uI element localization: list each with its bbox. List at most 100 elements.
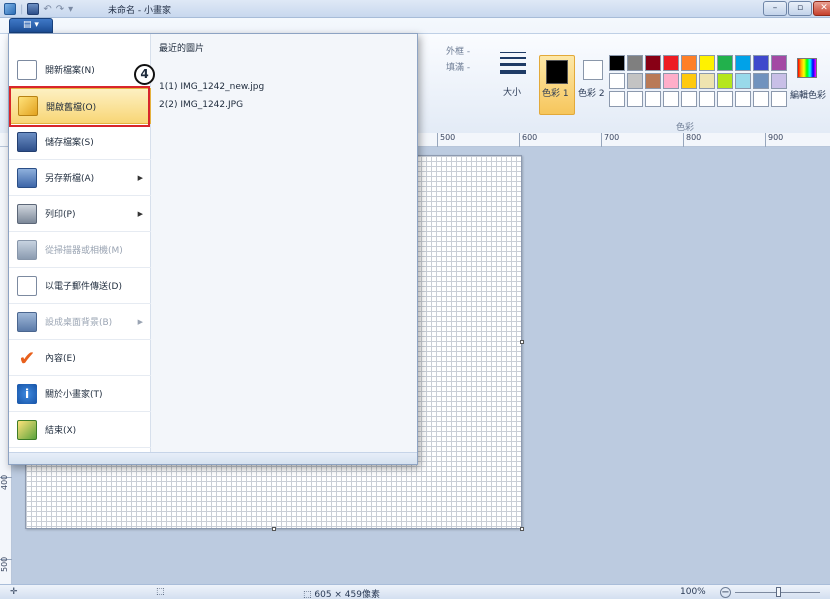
close-button[interactable]: ✕ bbox=[813, 1, 830, 16]
file-menu-footer bbox=[9, 452, 417, 464]
menu-item-print[interactable]: 列印(P) ▶ bbox=[9, 196, 151, 232]
color1-button[interactable] bbox=[539, 55, 575, 115]
palette-swatch[interactable] bbox=[627, 73, 643, 89]
menu-item-new[interactable]: 開新檔案(N) bbox=[9, 52, 151, 88]
menu-item-label: 內容(E) bbox=[45, 354, 76, 364]
palette-swatch[interactable] bbox=[753, 73, 769, 89]
resize-handle-corner[interactable] bbox=[520, 527, 524, 531]
palette-swatch[interactable] bbox=[645, 73, 661, 89]
menu-item-about[interactable]: i 關於小畫家(T) bbox=[9, 376, 151, 412]
file-menu-button[interactable]: ▤ ▾ bbox=[9, 18, 53, 33]
menu-item-label: 結束(X) bbox=[45, 426, 77, 436]
palette-swatch[interactable] bbox=[717, 91, 733, 107]
resize-handle-right[interactable] bbox=[520, 340, 524, 344]
ruler-tick: 500 bbox=[0, 557, 12, 572]
ruler-tick: 900 bbox=[765, 133, 783, 147]
palette-swatch[interactable] bbox=[735, 55, 751, 71]
palette-swatch[interactable] bbox=[627, 55, 643, 71]
info-icon: i bbox=[17, 383, 37, 404]
palette-swatch[interactable] bbox=[771, 55, 787, 71]
recent-file-item[interactable]: 2(2) IMG_1242.JPG bbox=[159, 100, 243, 110]
ruler-tick: 500 bbox=[437, 133, 455, 147]
menu-item-from-scanner: 從掃描器或相機(M) bbox=[9, 232, 151, 268]
color1-label: 色彩 1 bbox=[542, 89, 569, 99]
menu-item-save[interactable]: 儲存檔案(S) bbox=[9, 124, 151, 160]
palette-swatch[interactable] bbox=[771, 73, 787, 89]
palette-swatch[interactable] bbox=[681, 73, 697, 89]
menu-item-label: 設成桌面背景(B) bbox=[45, 318, 113, 328]
ruler-tick: 400 bbox=[0, 475, 12, 490]
palette-swatch[interactable] bbox=[609, 55, 625, 71]
recent-pictures-title: 最近的圖片 bbox=[159, 44, 205, 54]
palette-swatch[interactable] bbox=[699, 73, 715, 89]
quick-access-toolbar: | ↶ ↷ ▾ bbox=[4, 2, 77, 16]
palette-swatch[interactable] bbox=[735, 91, 751, 107]
menu-item-save-as[interactable]: 另存新檔(A) ▶ bbox=[9, 160, 151, 196]
edit-colors-icon[interactable] bbox=[797, 58, 817, 78]
palette-swatch[interactable] bbox=[771, 91, 787, 107]
resize-handle-bottom[interactable] bbox=[272, 527, 276, 531]
menu-item-properties[interactable]: ✔ 內容(E) bbox=[9, 340, 151, 376]
paint-app-icon[interactable] bbox=[4, 3, 16, 15]
save-disk-icon bbox=[17, 131, 37, 152]
fill-dropdown[interactable]: 填滿 - bbox=[446, 60, 470, 73]
ruler-tick: 800 bbox=[683, 133, 701, 147]
color-palette bbox=[609, 55, 794, 107]
palette-swatch[interactable] bbox=[699, 55, 715, 71]
menu-item-label: 列印(P) bbox=[45, 210, 76, 220]
desktop-icon bbox=[17, 311, 37, 332]
menu-item-send-email[interactable]: 以電子郵件傳送(D) bbox=[9, 268, 151, 304]
menu-item-set-desktop-background: 設成桌面背景(B) ▶ bbox=[9, 304, 151, 340]
maximize-button[interactable]: ▫ bbox=[788, 1, 812, 16]
zoom-slider-thumb[interactable] bbox=[776, 587, 781, 597]
title-bar: | ↶ ↷ ▾ 未命名 - 小畫家 – ▫ ✕ bbox=[0, 0, 830, 18]
quick-save-icon[interactable] bbox=[27, 3, 40, 15]
annotation-highlight-box bbox=[9, 86, 150, 127]
redo-icon[interactable]: ↷ bbox=[56, 4, 64, 15]
menu-item-label: 關於小畫家(T) bbox=[45, 390, 103, 400]
palette-swatch[interactable] bbox=[681, 55, 697, 71]
palette-swatch[interactable] bbox=[717, 55, 733, 71]
edit-colors-label[interactable]: 編輯色彩 bbox=[790, 88, 826, 101]
color2-button[interactable] bbox=[583, 60, 603, 80]
minimize-button[interactable]: – bbox=[763, 1, 787, 16]
window-title: 未命名 - 小畫家 bbox=[108, 6, 171, 16]
submenu-arrow-icon: ▶ bbox=[137, 173, 143, 182]
palette-swatch[interactable] bbox=[609, 91, 625, 107]
palette-swatch[interactable] bbox=[663, 73, 679, 89]
palette-swatch[interactable] bbox=[681, 91, 697, 107]
scanner-icon bbox=[17, 239, 37, 260]
size-label: 大小 bbox=[503, 88, 522, 98]
submenu-arrow-icon: ▶ bbox=[137, 209, 143, 218]
checkmark-icon: ✔ bbox=[18, 345, 36, 370]
menu-item-label: 以電子郵件傳送(D) bbox=[45, 282, 122, 292]
palette-swatch[interactable] bbox=[735, 73, 751, 89]
outline-dropdown[interactable]: 外框 - bbox=[446, 44, 470, 57]
line-size-icon[interactable] bbox=[500, 52, 526, 74]
palette-swatch[interactable] bbox=[645, 91, 661, 107]
customize-toolbar-icon[interactable]: ▾ bbox=[68, 4, 73, 15]
selection-size-icon: ⬚ bbox=[156, 587, 165, 597]
menu-item-label: 開新檔案(N) bbox=[45, 66, 95, 76]
palette-swatch[interactable] bbox=[663, 91, 679, 107]
new-file-icon bbox=[17, 59, 37, 80]
palette-swatch[interactable] bbox=[645, 55, 661, 71]
palette-swatch[interactable] bbox=[627, 91, 643, 107]
menu-item-label: 儲存檔案(S) bbox=[45, 138, 94, 148]
palette-swatch[interactable] bbox=[717, 73, 733, 89]
ruler-tick: 600 bbox=[519, 133, 537, 147]
zoom-level: 100% bbox=[680, 587, 706, 597]
palette-swatch[interactable] bbox=[699, 91, 715, 107]
menu-item-exit[interactable]: 結束(X) bbox=[9, 412, 151, 448]
palette-swatch[interactable] bbox=[753, 91, 769, 107]
zoom-out-button[interactable]: − bbox=[720, 587, 731, 598]
undo-icon[interactable]: ↶ bbox=[43, 4, 51, 15]
palette-swatch[interactable] bbox=[609, 73, 625, 89]
image-size-text: ⬚ 605 × 459像素 bbox=[303, 590, 380, 599]
status-bar: ✛ ⬚ ⬚ 605 × 459像素 100% − bbox=[0, 584, 830, 599]
palette-swatch[interactable] bbox=[663, 55, 679, 71]
menu-item-label: 另存新檔(A) bbox=[45, 174, 95, 184]
recent-file-item[interactable]: 1(1) IMG_1242_new.jpg bbox=[159, 82, 264, 92]
save-as-icon bbox=[17, 167, 37, 188]
palette-swatch[interactable] bbox=[753, 55, 769, 71]
